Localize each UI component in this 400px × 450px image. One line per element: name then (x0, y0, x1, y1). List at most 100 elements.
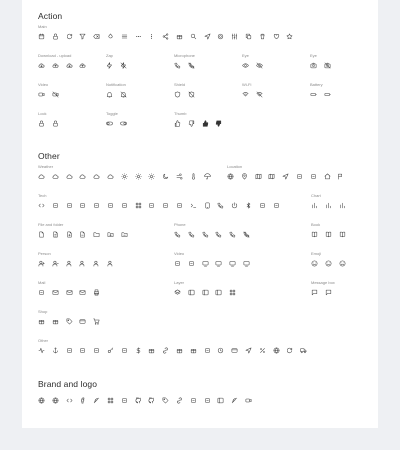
sunset-icon[interactable] (148, 173, 156, 180)
bar-chart-icon[interactable] (311, 202, 318, 209)
power-icon[interactable] (231, 202, 238, 209)
watch-icon[interactable] (217, 347, 224, 354)
dollar-sign-icon[interactable] (135, 347, 142, 354)
trash-icon[interactable] (259, 33, 266, 40)
globe-icon[interactable] (227, 173, 234, 180)
zap-off-icon[interactable] (120, 62, 127, 69)
cube-icon[interactable] (190, 347, 197, 354)
toggle-left-icon[interactable] (106, 120, 113, 127)
bell-icon[interactable] (106, 91, 113, 98)
inbox-icon[interactable] (66, 289, 73, 296)
file-icon[interactable] (38, 231, 45, 238)
git-pull-request-icon[interactable] (107, 202, 114, 209)
bookmark-icon[interactable] (325, 231, 332, 238)
git-commit-icon[interactable] (93, 202, 100, 209)
user-plus-icon[interactable] (38, 260, 45, 267)
file-minus-icon[interactable] (79, 231, 86, 238)
dribbble-icon[interactable] (52, 397, 59, 404)
book-icon[interactable] (311, 231, 318, 238)
thumbs-down-icon[interactable] (188, 120, 195, 127)
terminal-icon[interactable] (190, 202, 197, 209)
git-branch-icon[interactable] (52, 202, 59, 209)
printer-icon[interactable] (93, 289, 100, 296)
home-icon[interactable] (324, 173, 331, 180)
cursor-icon[interactable] (245, 347, 252, 354)
download-icon[interactable] (66, 62, 73, 69)
layers-icon[interactable] (174, 289, 181, 296)
archive-icon[interactable] (79, 289, 86, 296)
folder-plus-icon[interactable] (107, 231, 114, 238)
hash-icon[interactable] (79, 202, 86, 209)
percent-icon[interactable] (259, 347, 266, 354)
monitor-icon[interactable] (202, 260, 209, 267)
mail-icon[interactable] (52, 289, 59, 296)
wifi-icon[interactable] (242, 91, 249, 98)
arrows-switch-icon[interactable] (121, 202, 128, 209)
camera-icon[interactable] (310, 62, 317, 69)
shield-icon[interactable] (174, 91, 181, 98)
wind-icon[interactable] (176, 173, 183, 180)
phone-off-icon[interactable] (243, 231, 250, 238)
phone-icon[interactable] (174, 231, 181, 238)
sunrise-icon[interactable] (134, 173, 142, 180)
life-buoy-icon[interactable] (93, 347, 100, 354)
database-icon[interactable] (176, 202, 183, 209)
twitter-icon[interactable] (231, 397, 238, 404)
cloud-upload-icon[interactable] (52, 62, 59, 69)
shopping-bag-icon[interactable] (52, 318, 59, 325)
thumbs-up-icon[interactable] (174, 120, 181, 127)
battery-charging-icon[interactable] (324, 91, 331, 98)
facebook-icon[interactable] (79, 397, 86, 404)
aperture-icon[interactable] (273, 347, 280, 354)
cloud-snow-icon[interactable] (66, 173, 73, 180)
refresh-icon[interactable] (66, 33, 73, 40)
user-check-icon[interactable] (66, 260, 73, 267)
more-horizontal-icon[interactable] (135, 33, 142, 40)
user-x-icon[interactable] (79, 260, 86, 267)
command-icon[interactable] (66, 202, 73, 209)
truck-icon[interactable] (300, 347, 307, 354)
file-text-icon[interactable] (52, 231, 59, 238)
user-icon[interactable] (93, 260, 100, 267)
feather-icon[interactable] (93, 397, 100, 404)
users-icon[interactable] (107, 260, 114, 267)
tag-icon[interactable] (66, 318, 73, 325)
cloud-download-icon[interactable] (38, 62, 45, 69)
package-icon[interactable] (38, 318, 45, 325)
backspace-icon[interactable] (93, 33, 100, 40)
send-icon[interactable] (204, 33, 211, 40)
folder-minus-icon[interactable] (121, 231, 128, 238)
shopping-cart-icon[interactable] (93, 318, 100, 325)
book-open-icon[interactable] (339, 231, 346, 238)
gift-icon[interactable] (148, 347, 155, 354)
anchor-icon[interactable] (52, 347, 59, 354)
panel-icon[interactable] (215, 289, 222, 296)
grid-hash-icon[interactable] (135, 202, 142, 209)
clock-icon[interactable] (52, 33, 59, 40)
star-icon[interactable] (286, 33, 293, 40)
map-alt-icon[interactable] (268, 173, 275, 180)
columns-icon[interactable] (202, 289, 209, 296)
chrome-icon[interactable] (38, 397, 45, 404)
umbrella-icon[interactable] (203, 173, 211, 180)
figma-icon[interactable] (107, 397, 114, 404)
thermometer-icon[interactable] (190, 173, 197, 180)
credit-card-icon[interactable] (79, 318, 86, 325)
meh-icon[interactable] (325, 260, 332, 267)
cast-icon[interactable] (215, 260, 222, 267)
phone-forwarded-icon[interactable] (229, 231, 236, 238)
cloud-lightning-icon[interactable] (107, 173, 114, 180)
map-icon[interactable] (255, 173, 262, 180)
phone-incoming-icon[interactable] (202, 231, 209, 238)
settings-icon[interactable] (217, 33, 224, 40)
film-icon[interactable] (174, 260, 181, 267)
youtube-icon[interactable] (245, 397, 252, 404)
heart-icon[interactable] (273, 33, 280, 40)
smartphone-icon[interactable] (217, 202, 224, 209)
calendar-icon[interactable] (38, 33, 45, 40)
message-square-icon[interactable] (311, 289, 318, 296)
linkedin-icon[interactable] (176, 397, 183, 404)
video-off-icon[interactable] (52, 91, 59, 98)
more-vertical-icon[interactable] (148, 33, 155, 40)
droplet-icon[interactable] (107, 33, 114, 40)
